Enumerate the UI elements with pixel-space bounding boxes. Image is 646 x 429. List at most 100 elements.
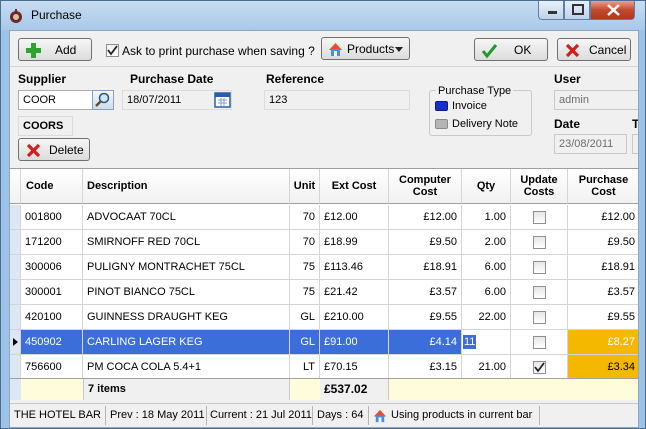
update-costs-checkbox[interactable] xyxy=(532,210,546,224)
row-indicator[interactable] xyxy=(10,305,21,330)
delete-button[interactable]: Delete xyxy=(18,138,90,161)
cell-qty-text: 6.00 xyxy=(484,261,506,273)
cell-ext-cost[interactable]: £91.00 xyxy=(320,330,389,355)
cell-qty[interactable]: 6.00 xyxy=(462,255,511,280)
cell-code[interactable]: 756600 xyxy=(21,355,83,380)
column-header-ext-cost[interactable]: Ext Cost xyxy=(320,169,389,204)
cell-code[interactable]: 300006 xyxy=(21,255,83,280)
cell-code[interactable]: 171200 xyxy=(21,230,83,255)
cell-unit[interactable]: 70 xyxy=(290,205,320,230)
ok-button[interactable]: OK xyxy=(474,38,548,61)
window-title: Purchase xyxy=(31,8,82,22)
toolbar: Add Ask to print purchase when saving ? … xyxy=(10,31,638,67)
cell-update-costs[interactable] xyxy=(511,230,568,255)
column-header-computer-cost[interactable]: Computer Cost xyxy=(389,169,462,204)
cell-unit[interactable]: 75 xyxy=(290,255,320,280)
ask-print-checkbox[interactable] xyxy=(106,44,119,57)
cell-code[interactable]: 450902 xyxy=(21,330,83,355)
delivery-note-radio[interactable] xyxy=(435,119,448,129)
row-indicator[interactable] xyxy=(10,205,21,230)
cell-ext-cost[interactable]: £18.99 xyxy=(320,230,389,255)
cell-computer-cost[interactable]: £9.50 xyxy=(389,230,462,255)
cell-unit[interactable]: 75 xyxy=(290,280,320,305)
cell-qty[interactable]: 2.00 xyxy=(462,230,511,255)
row-indicator[interactable] xyxy=(10,330,21,355)
cell-description[interactable]: CARLING LAGER KEG xyxy=(83,330,290,355)
cell-computer-cost[interactable]: £18.91 xyxy=(389,255,462,280)
cell-qty[interactable]: 11 xyxy=(462,330,511,355)
cell-qty[interactable]: 21.00 xyxy=(462,355,511,380)
row-indicator[interactable] xyxy=(10,280,21,305)
update-costs-checkbox[interactable] xyxy=(532,285,546,299)
cell-purchase-cost[interactable]: £3.34 xyxy=(568,355,638,380)
cell-ext-cost[interactable]: £12.00 xyxy=(320,205,389,230)
cell-computer-cost[interactable]: £4.14 xyxy=(389,330,462,355)
cell-ext-cost[interactable]: £210.00 xyxy=(320,305,389,330)
cell-update-costs[interactable] xyxy=(511,355,568,380)
cell-computer-cost[interactable]: £3.15 xyxy=(389,355,462,380)
add-button[interactable]: Add xyxy=(18,38,92,61)
cell-purchase-cost-text: £12.00 xyxy=(601,211,635,223)
cell-update-costs[interactable] xyxy=(511,280,568,305)
cell-unit[interactable]: LT xyxy=(290,355,320,380)
cell-code[interactable]: 300001 xyxy=(21,280,83,305)
cell-purchase-cost[interactable]: £8.27 xyxy=(568,330,638,355)
cell-code[interactable]: 420100 xyxy=(21,305,83,330)
invoice-radio[interactable] xyxy=(435,101,448,111)
cell-computer-cost[interactable]: £3.57 xyxy=(389,280,462,305)
cell-description[interactable]: GUINNESS DRAUGHT KEG xyxy=(83,305,290,330)
calendar-button[interactable] xyxy=(213,91,232,109)
cell-ext-cost[interactable]: £70.15 xyxy=(320,355,389,380)
cell-code[interactable]: 001800 xyxy=(21,205,83,230)
cell-description[interactable]: ADVOCAAT 70CL xyxy=(83,205,290,230)
cell-qty[interactable]: 6.00 xyxy=(462,280,511,305)
cell-qty[interactable]: 1.00 xyxy=(462,205,511,230)
column-header-purchase-cost[interactable]: Purchase Cost xyxy=(568,169,638,204)
cell-description[interactable]: SMIRNOFF RED 70CL xyxy=(83,230,290,255)
supplier-search-button[interactable] xyxy=(92,90,114,110)
cell-purchase-cost[interactable]: £12.00 xyxy=(568,205,638,230)
totals-indicator xyxy=(10,379,21,400)
cell-description[interactable]: PINOT BIANCO 75CL xyxy=(83,280,290,305)
column-header-description[interactable]: Description xyxy=(83,169,290,204)
close-button[interactable] xyxy=(590,1,635,20)
cell-update-costs[interactable] xyxy=(511,305,568,330)
products-button[interactable]: Products xyxy=(321,37,410,60)
status-separator xyxy=(368,406,369,425)
cell-description[interactable]: PM COCA COLA 5.4+1 xyxy=(83,355,290,380)
house-icon xyxy=(329,43,342,56)
update-costs-checkbox[interactable] xyxy=(532,335,546,349)
cell-ext-cost[interactable]: £113.46 xyxy=(320,255,389,280)
cell-unit[interactable]: 70 xyxy=(290,230,320,255)
update-costs-checkbox[interactable] xyxy=(532,310,546,324)
cell-ext-cost[interactable]: £21.42 xyxy=(320,280,389,305)
reference-field[interactable]: 123 xyxy=(264,90,410,110)
cell-purchase-cost[interactable]: £3.57 xyxy=(568,280,638,305)
update-costs-checkbox[interactable] xyxy=(532,360,546,374)
column-header-update-costs[interactable]: Update Costs xyxy=(511,169,568,204)
cell-update-costs[interactable] xyxy=(511,205,568,230)
update-costs-checkbox[interactable] xyxy=(532,260,546,274)
column-header-code[interactable]: Code xyxy=(21,169,83,204)
row-indicator[interactable] xyxy=(10,355,21,380)
update-costs-checkbox[interactable] xyxy=(532,235,546,249)
cell-unit[interactable]: GL xyxy=(290,305,320,330)
cell-unit[interactable]: GL xyxy=(290,330,320,355)
row-indicator[interactable] xyxy=(10,230,21,255)
cell-computer-cost[interactable]: £12.00 xyxy=(389,205,462,230)
cancel-button[interactable]: Cancel xyxy=(557,38,631,61)
cell-update-costs[interactable] xyxy=(511,255,568,280)
minimize-button[interactable] xyxy=(538,1,564,20)
cell-purchase-cost[interactable]: £18.91 xyxy=(568,255,638,280)
maximize-button[interactable] xyxy=(564,1,590,20)
cell-purchase-cost[interactable]: £9.55 xyxy=(568,305,638,330)
house-icon xyxy=(373,409,387,423)
cell-description[interactable]: PULIGNY MONTRACHET 75CL xyxy=(83,255,290,280)
row-indicator[interactable] xyxy=(10,255,21,280)
cell-purchase-cost[interactable]: £9.50 xyxy=(568,230,638,255)
column-header-qty[interactable]: Qty xyxy=(462,169,511,204)
cell-qty[interactable]: 22.00 xyxy=(462,305,511,330)
cell-update-costs[interactable] xyxy=(511,330,568,355)
cell-computer-cost[interactable]: £9.55 xyxy=(389,305,462,330)
column-header-unit[interactable]: Unit xyxy=(290,169,320,204)
